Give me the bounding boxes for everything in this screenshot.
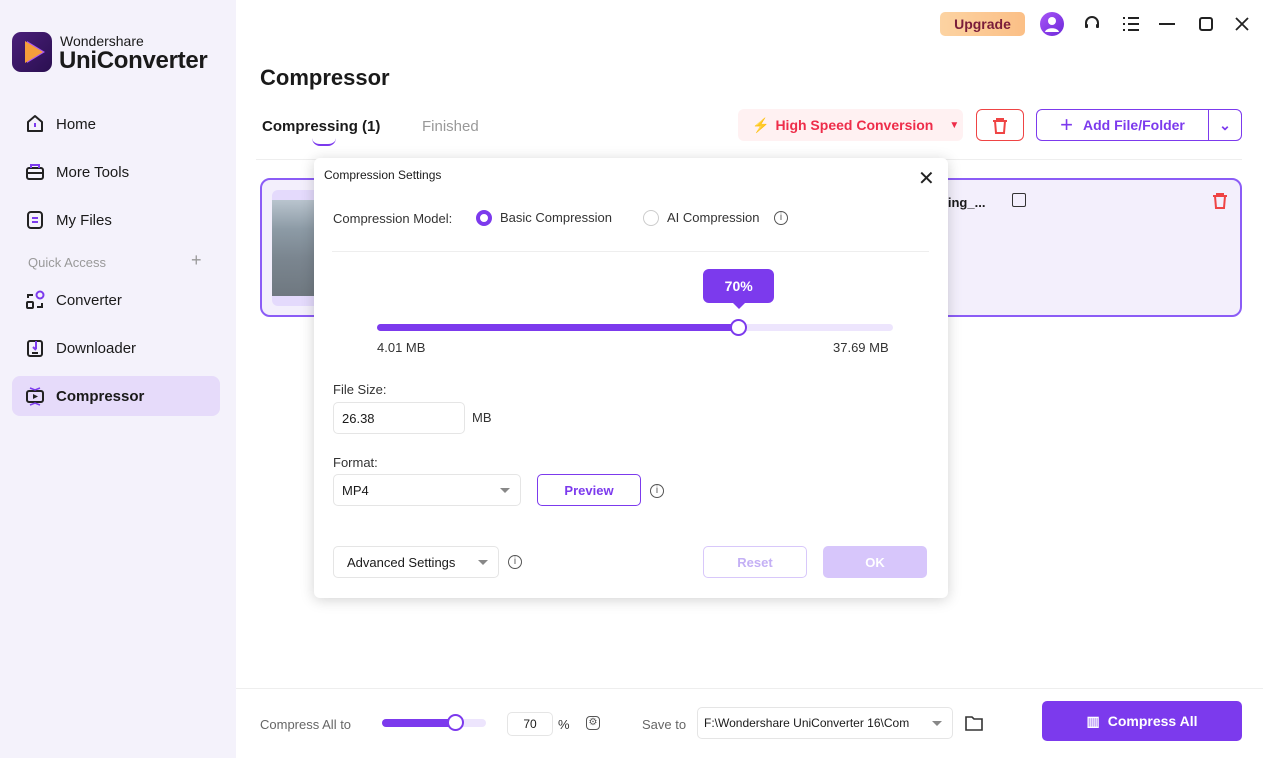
high-speed-label: High Speed Conversion — [775, 117, 934, 133]
caret-down-icon — [500, 488, 510, 493]
add-file-label: Add File/Folder — [1082, 117, 1185, 133]
upgrade-button[interactable]: Upgrade — [940, 12, 1025, 36]
bottom-bar: Compress All to 70 % ⚙ Save to F:\Wonder… — [236, 688, 1263, 758]
trash-icon[interactable] — [1212, 192, 1228, 214]
slider-fill — [377, 324, 739, 331]
compress-all-label: Compress All — [1107, 713, 1198, 729]
lightning-icon: ⚡ — [752, 116, 770, 133]
compression-slider[interactable] — [377, 319, 893, 336]
info-icon[interactable]: i — [774, 211, 788, 225]
compress-icon: ▥ — [1086, 712, 1100, 729]
percent-sign: % — [558, 717, 570, 732]
app-logo — [12, 32, 52, 72]
sidebar-item-home[interactable]: Home — [12, 104, 220, 144]
trash-icon — [993, 117, 1007, 134]
save-to-label: Save to — [642, 717, 687, 732]
download-icon — [24, 337, 46, 359]
converter-icon — [24, 289, 46, 311]
headset-icon[interactable] — [1080, 12, 1104, 36]
save-path-value: F:\Wondershare UniConverter 16\Com — [704, 716, 910, 730]
info-icon[interactable]: i — [508, 555, 522, 569]
caret-down-icon — [478, 560, 488, 565]
format-label: Format: — [333, 455, 378, 470]
caret-down-icon: ▼ — [949, 119, 960, 131]
menu-icon[interactable] — [1119, 12, 1143, 36]
folder-icon[interactable] — [964, 714, 984, 737]
sidebar-item-label: Downloader — [56, 339, 137, 357]
settings-icon[interactable]: ⚙ — [586, 716, 600, 730]
ai-compression-radio[interactable] — [643, 210, 659, 226]
advanced-settings-select[interactable]: Advanced Settings — [333, 546, 499, 578]
sidebar-item-label: Converter — [56, 291, 122, 309]
product-name: UniConverter — [59, 47, 208, 74]
sidebar-item-label: Compressor — [56, 387, 145, 405]
divider — [332, 251, 929, 252]
sidebar-item-downloader[interactable]: Downloader — [12, 328, 220, 368]
percent-tooltip: 70% — [703, 269, 775, 309]
compress-all-button[interactable]: ▥ Compress All — [1042, 701, 1242, 741]
plus-icon: + — [1060, 112, 1073, 137]
avatar[interactable] — [1040, 12, 1064, 36]
toolbox-icon — [24, 161, 46, 183]
basic-compression-label: Basic Compression — [500, 210, 612, 225]
sidebar-item-label: Home — [56, 115, 97, 133]
reset-button[interactable]: Reset — [703, 546, 807, 578]
caret-down-icon — [932, 721, 942, 726]
advanced-settings-label: Advanced Settings — [347, 554, 456, 570]
slider-handle[interactable] — [730, 319, 748, 336]
compress-all-slider[interactable] — [382, 714, 486, 731]
add-quick-access-icon[interactable]: + — [191, 250, 202, 271]
min-size: 4.01 MB — [377, 340, 426, 355]
sidebar-item-label: More Tools — [56, 163, 130, 181]
sidebar-item-label: My Files — [56, 211, 112, 229]
percent-input[interactable]: 70 — [507, 712, 553, 736]
page-title: Compressor — [260, 65, 390, 90]
file-size-label: File Size: — [333, 382, 387, 397]
info-icon[interactable]: i — [650, 484, 664, 498]
slider-handle[interactable] — [446, 714, 464, 731]
preview-button[interactable]: Preview — [537, 474, 641, 506]
file-size-input[interactable]: 26.38 — [333, 402, 465, 434]
close-window-icon[interactable] — [1230, 12, 1254, 36]
format-value: MP4 — [342, 482, 369, 498]
slider-fill — [382, 719, 455, 727]
dialog-title: Compression Settings — [324, 168, 442, 182]
save-path-select[interactable]: F:\Wondershare UniConverter 16\Com — [697, 707, 953, 739]
close-icon[interactable]: ✕ — [918, 166, 935, 191]
ok-button[interactable]: OK — [823, 546, 927, 578]
add-file-button-group: + Add File/Folder ⌄ — [1036, 109, 1242, 141]
home-icon — [24, 113, 46, 135]
basic-compression-radio[interactable] — [476, 210, 492, 226]
sidebar: Wondershare UniConverter Home More Tools… — [0, 0, 236, 758]
sidebar-item-my-files[interactable]: My Files — [12, 200, 220, 240]
minimize-icon[interactable] — [1155, 12, 1179, 36]
tab-finished[interactable]: Finished — [422, 118, 479, 135]
compression-model-label: Compression Model: — [333, 211, 453, 226]
compress-icon — [24, 385, 46, 407]
format-select[interactable]: MP4 — [333, 474, 521, 506]
tab-compressing[interactable]: Compressing (1) — [262, 118, 380, 146]
maximize-icon[interactable] — [1194, 12, 1218, 36]
sidebar-item-more-tools[interactable]: More Tools — [12, 152, 220, 192]
quick-access-label: Quick Access — [28, 255, 107, 270]
compression-settings-dialog: Compression Settings ✕ Compression Model… — [314, 158, 948, 598]
delete-all-button[interactable] — [976, 109, 1024, 141]
sidebar-item-compressor[interactable]: Compressor — [12, 376, 220, 416]
add-file-button[interactable]: + Add File/Folder — [1037, 110, 1209, 140]
chevron-down-icon[interactable]: ⌄ — [1209, 117, 1241, 134]
unit-label: MB — [472, 410, 492, 425]
ai-compression-label: AI Compression — [667, 210, 760, 225]
max-size: 37.69 MB — [833, 340, 889, 355]
file-icon — [24, 209, 46, 231]
edit-icon[interactable] — [1012, 193, 1026, 207]
high-speed-conversion-button[interactable]: ⚡ High Speed Conversion ▼ — [738, 109, 963, 141]
compress-all-to-label: Compress All to — [260, 717, 352, 732]
sidebar-item-converter[interactable]: Converter — [12, 280, 220, 320]
